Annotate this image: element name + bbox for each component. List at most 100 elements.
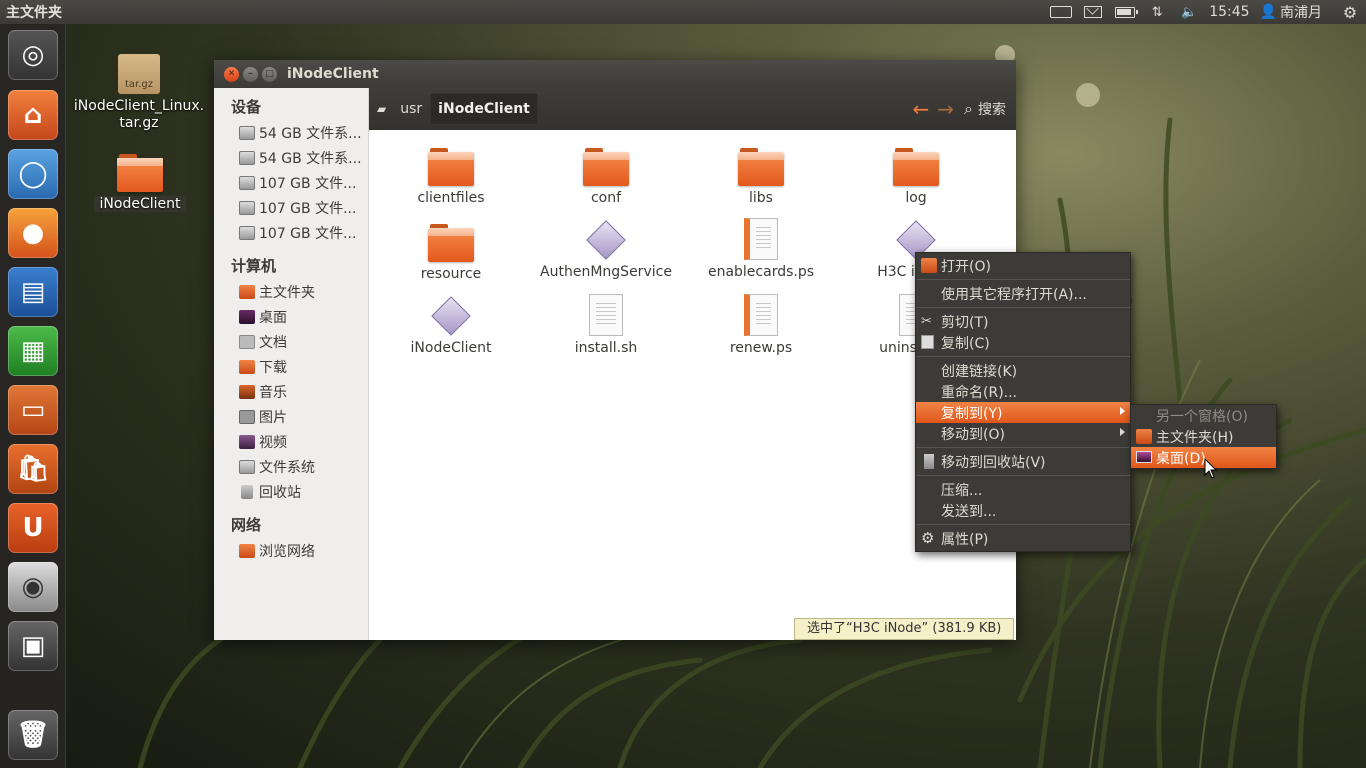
keyboard-icon[interactable] — [1045, 0, 1077, 24]
documents-folder-icon — [239, 334, 255, 349]
writer-icon[interactable]: ▤ — [8, 267, 58, 317]
sidebar-heading-computer: 计算机 — [231, 257, 277, 275]
trash-icon — [241, 484, 253, 499]
file-item-clientfiles[interactable]: clientfiles — [376, 146, 526, 206]
drive-icon[interactable]: ▰ — [377, 102, 386, 116]
breadcrumb-usr[interactable]: usr — [392, 93, 430, 125]
desktop-icon-label: iNodeClient — [94, 196, 186, 212]
menu-item-cut[interactable]: ✂ 剪切(T) — [916, 311, 1130, 332]
camera-icon[interactable]: ◉ — [8, 562, 58, 612]
music-folder-icon — [239, 384, 255, 399]
firefox-icon[interactable]: ● — [8, 208, 58, 258]
menu-item-rename[interactable]: 重命名(R)... — [916, 381, 1130, 402]
dash-home-icon[interactable]: ◎ — [8, 30, 58, 80]
calc-icon[interactable]: ▦ — [8, 326, 58, 376]
maximize-icon[interactable]: □ — [262, 66, 277, 82]
menu-item-move-to[interactable]: 移动到(O) — [916, 423, 1130, 444]
file-item-install-sh[interactable]: install.sh — [531, 294, 681, 356]
sidebar-item-trash[interactable]: 回收站 — [214, 479, 368, 504]
sidebar-heading-devices: 设备 — [231, 98, 262, 116]
sidebar-item-videos[interactable]: 视频 — [214, 429, 368, 454]
postscript-file-icon — [744, 294, 778, 336]
desktop-icon-inodeclient-folder[interactable]: iNodeClient — [94, 152, 186, 212]
menu-item-properties[interactable]: ⚙ 属性(P) — [916, 528, 1130, 549]
desktop-icon-label: iNodeClient_Linux. tar.gz — [73, 98, 205, 131]
sidebar-item-music[interactable]: 音乐 — [214, 379, 368, 404]
clock[interactable]: 15:45 — [1205, 4, 1259, 20]
close-icon[interactable]: ✕ — [224, 66, 239, 82]
open-icon — [921, 258, 937, 273]
mouse-cursor-icon — [1204, 458, 1218, 479]
folder-icon — [428, 222, 474, 262]
home-folder-launcher-icon[interactable]: ⌂ — [8, 90, 58, 140]
sidebar-item-device[interactable]: 107 GB 文件... — [214, 195, 368, 220]
menu-item-make-link[interactable]: 创建链接(K) — [916, 360, 1130, 381]
sidebar-heading-network: 网络 — [231, 516, 262, 534]
hard-drive-icon — [239, 175, 255, 190]
submenu-item-home-folder[interactable]: 主文件夹(H) — [1131, 426, 1276, 447]
file-item-conf[interactable]: conf — [531, 146, 681, 206]
sidebar-item-pictures[interactable]: 图片 — [214, 404, 368, 429]
user-menu[interactable]: 👤 南浦月 — [1260, 2, 1334, 22]
videos-folder-icon — [239, 434, 255, 449]
impress-icon[interactable]: ▭ — [8, 385, 58, 435]
folder-icon — [428, 146, 474, 186]
top-panel: 主文件夹 ⇅ 🔈 15:45 👤 南浦月 ⚙ — [0, 0, 1366, 24]
location-toolbar: ▰ usr iNodeClient ← → ⌕ 搜索 — [369, 88, 1016, 130]
file-item-inodeclient[interactable]: iNodeClient — [376, 296, 526, 356]
mail-icon[interactable] — [1077, 0, 1109, 24]
hard-drive-icon — [239, 200, 255, 215]
battery-icon[interactable] — [1109, 0, 1141, 24]
hard-drive-icon — [239, 150, 255, 165]
network-icon[interactable]: ⇅ — [1141, 0, 1173, 24]
downloads-folder-icon — [239, 359, 255, 374]
menu-item-copy-to[interactable]: 复制到(Y) — [916, 402, 1130, 423]
forward-arrow-icon[interactable]: → — [937, 97, 954, 121]
menu-item-send-to[interactable]: 发送到... — [916, 500, 1130, 521]
menu-item-compress[interactable]: 压缩... — [916, 479, 1130, 500]
sidebar-item-filesystem[interactable]: 文件系统 — [214, 454, 368, 479]
minimize-icon[interactable]: – — [243, 66, 258, 82]
gear-icon: ⚙ — [921, 529, 935, 547]
executable-icon — [586, 220, 626, 260]
sidebar-item-device[interactable]: 107 GB 文件... — [214, 220, 368, 245]
sidebar: 设备 54 GB 文件系... 54 GB 文件系... 107 GB 文件..… — [214, 88, 369, 640]
sidebar-item-device[interactable]: 54 GB 文件系... — [214, 145, 368, 170]
sidebar-item-home[interactable]: 主文件夹 — [214, 279, 368, 304]
file-item-authenmngservice[interactable]: AuthenMngService — [531, 220, 681, 280]
active-window-title: 主文件夹 — [6, 5, 62, 21]
volume-icon[interactable]: 🔈 — [1173, 0, 1205, 24]
sidebar-item-documents[interactable]: 文档 — [214, 329, 368, 354]
sidebar-item-device[interactable]: 107 GB 文件... — [214, 170, 368, 195]
file-item-log[interactable]: log — [841, 146, 991, 206]
search-button[interactable]: ⌕ 搜索 — [964, 99, 1006, 119]
ubuntu-one-icon[interactable]: U — [8, 503, 58, 553]
software-center-icon[interactable]: 🛍 — [8, 444, 58, 494]
chromium-icon[interactable]: ◯ — [8, 149, 58, 199]
file-item-libs[interactable]: libs — [686, 146, 836, 206]
sidebar-item-device[interactable]: 54 GB 文件系... — [214, 120, 368, 145]
file-item-resource[interactable]: resource — [376, 222, 526, 282]
sidebar-item-browse-network[interactable]: 浏览网络 — [214, 538, 368, 563]
desktop-icon-tarball[interactable]: tar.gz iNodeClient_Linux. tar.gz — [72, 54, 206, 132]
context-menu: 打开(O) 使用其它程序打开(A)... ✂ 剪切(T) 复制(C) 创建链接(K… — [915, 252, 1131, 552]
menu-item-open[interactable]: 打开(O) — [916, 255, 1130, 276]
sidebar-item-desktop[interactable]: 桌面 — [214, 304, 368, 329]
file-item-renew[interactable]: renew.ps — [686, 294, 836, 356]
trash-icon[interactable]: 🗑 — [8, 710, 58, 760]
network-folder-icon — [239, 543, 255, 558]
power-icon[interactable]: ⚙ — [1334, 0, 1366, 24]
menu-item-copy[interactable]: 复制(C) — [916, 332, 1130, 353]
menu-item-open-with[interactable]: 使用其它程序打开(A)... — [916, 283, 1130, 304]
file-item-enablecards[interactable]: enablecards.ps — [686, 218, 836, 280]
workspace-switcher-icon[interactable]: ▣ — [8, 621, 58, 671]
launcher: ◎ ⌂ ◯ ● ▤ ▦ ▭ 🛍 U ◉ ▣ 🗑 — [0, 24, 66, 768]
sidebar-item-downloads[interactable]: 下载 — [214, 354, 368, 379]
indicator-area: ⇅ 🔈 15:45 👤 南浦月 ⚙ — [1045, 0, 1366, 24]
window-titlebar[interactable]: ✕ – □ iNodeClient — [214, 60, 1016, 88]
breadcrumb-inodeclient[interactable]: iNodeClient — [430, 93, 538, 125]
menu-item-move-to-trash[interactable]: 移动到回收站(V) — [916, 451, 1130, 472]
back-arrow-icon[interactable]: ← — [913, 97, 930, 121]
submenu-item-other-pane: 另一个窗格(O) — [1156, 408, 1248, 425]
folder-icon — [583, 146, 629, 186]
